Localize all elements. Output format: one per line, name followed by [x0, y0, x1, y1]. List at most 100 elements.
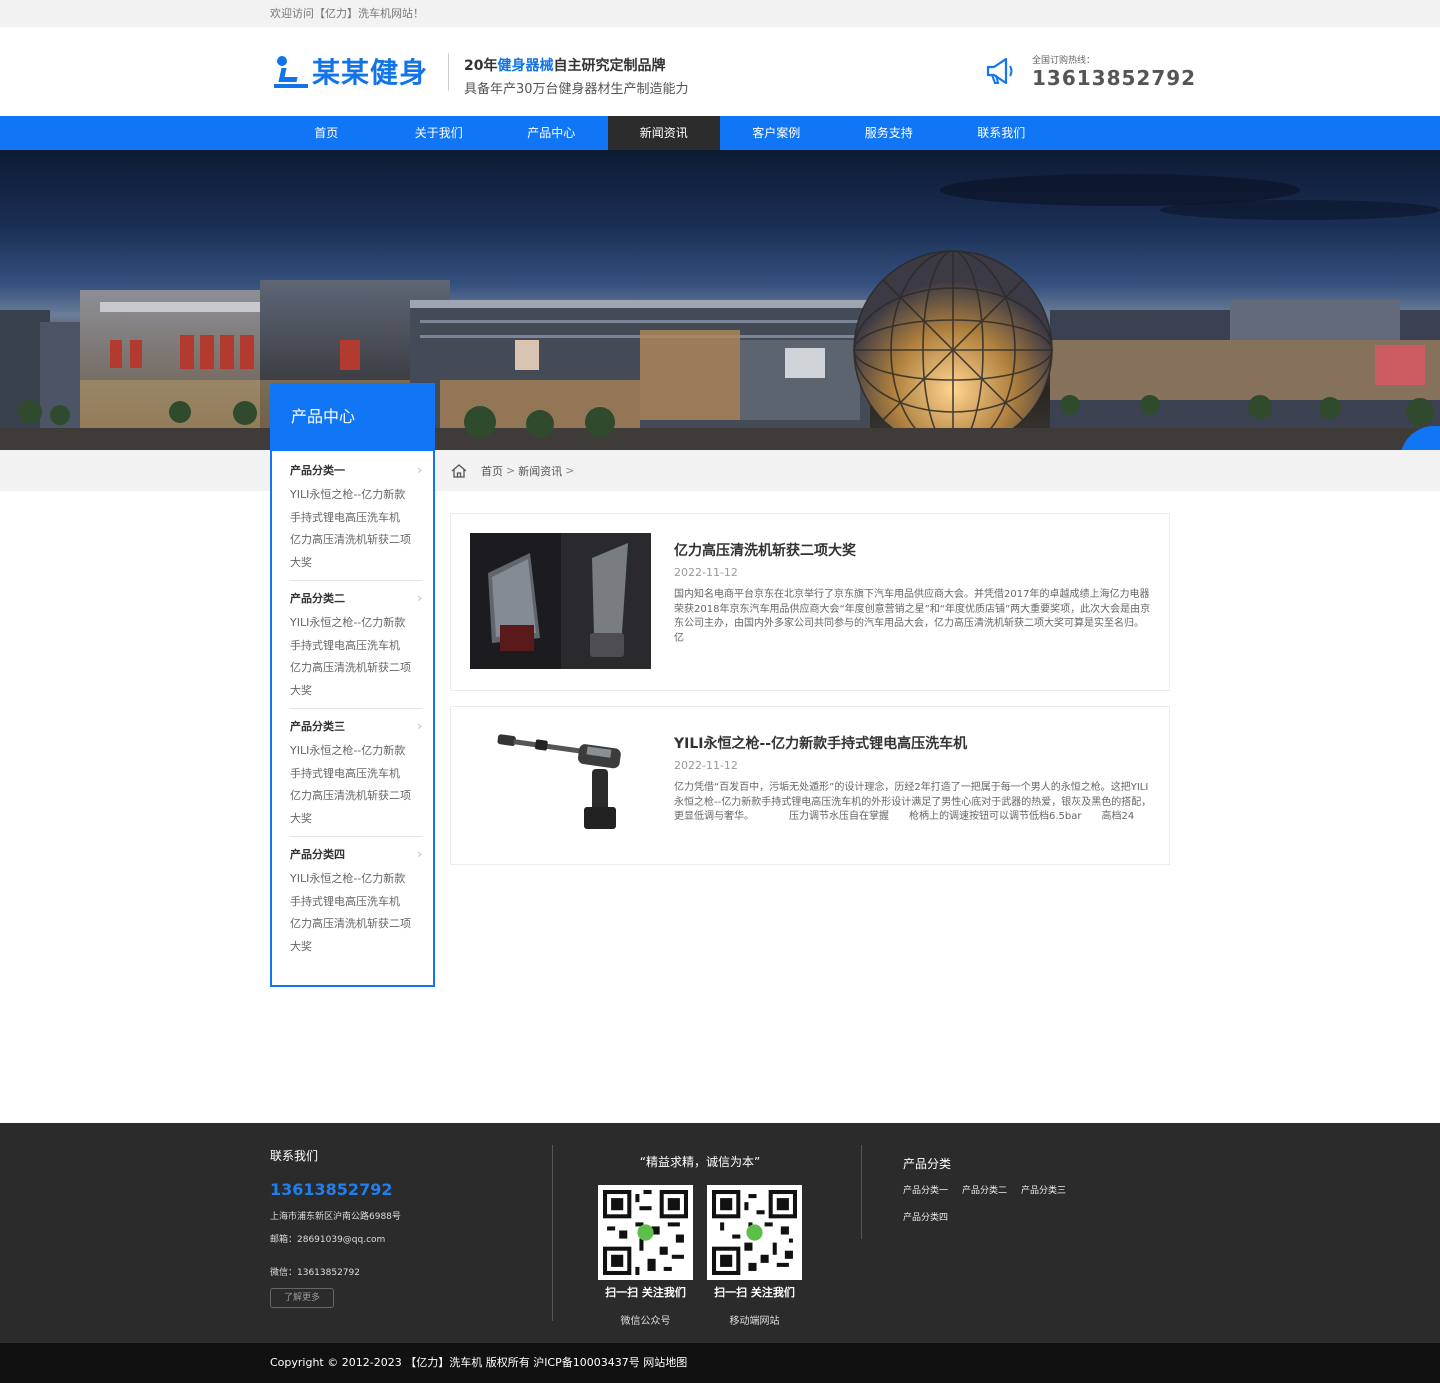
nav-about[interactable]: 关于我们 — [383, 116, 496, 150]
news-title[interactable]: 亿力高压清洗机斩获二项大奖 — [674, 540, 856, 560]
main-nav: 首页 关于我们 产品中心 新闻资讯 客户案例 服务支持 联系我们 — [0, 116, 1440, 150]
sidebar-category-header[interactable]: 产品分类四 › — [290, 843, 422, 865]
qr-block: 扫一扫 关注我们 移动端网站 — [707, 1185, 802, 1327]
nav-support[interactable]: 服务支持 — [833, 116, 946, 150]
footer-email: 邮箱：28691039@qq.com — [270, 1235, 386, 1245]
news-item[interactable]: YILI永恒之枪--亿力新款手持式锂电高压洗车机 2022-11-12 亿力凭借… — [450, 706, 1170, 865]
chevron-right-icon: › — [417, 847, 422, 861]
slogan-prefix: 20年 — [464, 58, 498, 74]
top-bar: 欢迎访问【亿力】洗车机网站！ — [0, 0, 1440, 27]
sidebar-category-link[interactable]: YILI永恒之枪--亿力新款 — [290, 868, 422, 891]
footer-category-title: 产品分类 — [903, 1157, 952, 1171]
sidebar-category-link[interactable]: 手持式锂电高压洗车机 — [290, 635, 422, 658]
footer-category-link[interactable]: 产品分类一 — [903, 1184, 948, 1211]
sidebar-category-header[interactable]: 产品分类一 › — [290, 459, 422, 481]
sidebar-category-link[interactable]: 亿力高压清洗机斩获二项 — [290, 657, 422, 680]
sidebar-category: 产品分类二 › YILI永恒之枪--亿力新款 手持式锂电高压洗车机 亿力高压清洗机… — [290, 587, 422, 709]
footer-contact-title: 联系我们 — [270, 1149, 319, 1163]
nav-news[interactable]: 新闻资讯 — [607, 116, 720, 150]
qr-caption: 扫一扫 关注我们 — [714, 1286, 795, 1299]
breadcrumb-home[interactable]: 首页 — [481, 463, 503, 479]
sidebar-category: 产品分类一 › YILI永恒之枪--亿力新款 手持式锂电高压洗车机 亿力高压清洗机… — [290, 459, 422, 581]
sidebar-category-link[interactable]: 手持式锂电高压洗车机 — [290, 891, 422, 914]
sidebar-category-link[interactable]: YILI永恒之枪--亿力新款 — [290, 612, 422, 635]
news-thumbnail-washer-gun-image[interactable] — [470, 725, 651, 843]
chevron-right-icon: › — [417, 463, 422, 477]
sidebar-category-link[interactable]: 亿力高压清洗机斩获二项 — [290, 785, 422, 808]
sidebar-category-header[interactable]: 产品分类二 › — [290, 587, 422, 609]
category-name: 产品分类二 — [290, 592, 345, 605]
footer-category-link[interactable]: 产品分类二 — [962, 1184, 1007, 1211]
sidebar-category-link[interactable]: YILI永恒之枪--亿力新款 — [290, 484, 422, 507]
sidebar-category: 产品分类三 › YILI永恒之枪--亿力新款 手持式锂电高压洗车机 亿力高压清洗机… — [290, 715, 422, 837]
chevron-right-icon: › — [417, 719, 422, 733]
header-slogan: 20年健身器械自主研究定制品牌 具备年产30万台健身器材生产制造能力 — [464, 55, 689, 97]
footer-categories: 产品分类 产品分类一 产品分类二 产品分类三 产品分类四 — [903, 1155, 1093, 1238]
news-date: 2022-11-12 — [674, 759, 738, 772]
chevron-right-icon: › — [417, 591, 422, 605]
site-header: 某某健身 20年健身器械自主研究定制品牌 具备年产30万台健身器材生产制造能力 … — [0, 27, 1440, 116]
footer-phone[interactable]: 13613852792 — [270, 1180, 401, 1199]
site-footer: 联系我们 13613852792 上海市浦东新区沪南公路6988号 邮箱：286… — [0, 1123, 1440, 1343]
nav-products[interactable]: 产品中心 — [495, 116, 608, 150]
sidebar-category-link[interactable]: 大奖 — [290, 680, 422, 703]
sidebar-category: 产品分类四 › YILI永恒之枪--亿力新款 手持式锂电高压洗车机 亿力高压清洗机… — [290, 843, 422, 964]
copyright-text: Copyright © 2012-2023 【亿力】洗车机 版权所有 沪ICP备… — [270, 1356, 688, 1369]
sidebar-category-link[interactable]: 手持式锂电高压洗车机 — [290, 763, 422, 786]
sidebar-title: 产品中心 — [270, 383, 435, 451]
footer-motto: “精益求精，诚信为本” — [639, 1155, 761, 1169]
hero-banner: 客服 — [0, 150, 1440, 450]
sidebar-category-link[interactable]: 手持式锂电高压洗车机 — [290, 507, 422, 530]
footer-divider — [861, 1145, 862, 1239]
site-logo[interactable]: 某某健身 — [274, 53, 434, 89]
nav-home[interactable]: 首页 — [270, 116, 383, 150]
sidebar-category-link[interactable]: 亿力高压清洗机斩获二项 — [290, 913, 422, 936]
news-item[interactable]: 亿力高压清洗机斩获二项大奖 2022-11-12 国内知名电商平台京东在北京举行… — [450, 513, 1170, 691]
news-summary: 亿力凭借“百发百中，污垢无处遁形”的设计理念，历经2年打造了一把属于每一个男人的… — [674, 782, 1152, 823]
breadcrumb-current[interactable]: 新闻资讯 — [518, 463, 562, 479]
hotline: 全国订购热线： 13613852792 — [984, 53, 1195, 93]
news-thumbnail-trophy-image[interactable] — [470, 533, 651, 669]
hotline-label: 全国订购热线： — [1032, 56, 1096, 66]
qr-caption: 扫一扫 关注我们 — [605, 1286, 686, 1299]
welcome-text: 欢迎访问【亿力】洗车机网站！ — [270, 7, 424, 20]
breadcrumb: 首页 > 新闻资讯 > — [451, 450, 577, 491]
nav-cases[interactable]: 客户案例 — [720, 116, 833, 150]
breadcrumb-separator: > — [565, 464, 575, 477]
footer-wechat: 微信：13613852792 — [270, 1268, 360, 1278]
footer-category-link[interactable]: 产品分类三 — [1021, 1184, 1066, 1211]
wechat-qr-code-image — [598, 1185, 693, 1280]
breadcrumb-separator: > — [506, 464, 516, 477]
mobile-site-qr-code-image — [707, 1185, 802, 1280]
sidebar-category-link[interactable]: 亿力高压清洗机斩获二项 — [290, 529, 422, 552]
news-summary: 国内知名电商平台京东在北京举行了京东旗下汽车用品供应商大会。并凭借2017年的卓… — [674, 589, 1159, 644]
learn-more-button[interactable]: 了解更多 — [270, 1288, 334, 1308]
sidebar: 产品中心 产品分类一 › YILI永恒之枪--亿力新款 手持式锂电高压洗车机 亿力… — [270, 383, 435, 987]
megaphone-icon — [986, 57, 1013, 85]
footer-divider — [552, 1145, 553, 1321]
sidebar-category-link[interactable]: 大奖 — [290, 552, 422, 575]
logo-mark-icon — [274, 54, 308, 88]
qr-label: 移动端网站 — [729, 1316, 780, 1327]
hotline-number[interactable]: 13613852792 — [1032, 66, 1196, 90]
sidebar-category-link[interactable]: 大奖 — [290, 808, 422, 831]
qr-block: 扫一扫 关注我们 微信公众号 — [598, 1185, 693, 1327]
sidebar-category-link[interactable]: 大奖 — [290, 936, 422, 959]
slogan-line2: 具备年产30万台健身器材生产制造能力 — [464, 82, 689, 97]
nav-contact[interactable]: 联系我们 — [945, 116, 1058, 150]
copyright-bar: Copyright © 2012-2023 【亿力】洗车机 版权所有 沪ICP备… — [0, 1343, 1440, 1383]
footer-contact: 联系我们 13613852792 上海市浦东新区沪南公路6988号 邮箱：286… — [270, 1147, 401, 1308]
category-name: 产品分类四 — [290, 848, 345, 861]
breadcrumb-strip: 首页 > 新闻资讯 > — [0, 450, 1440, 491]
banner-cityscape-image — [0, 174, 1440, 450]
sidebar-category-link[interactable]: YILI永恒之枪--亿力新款 — [290, 740, 422, 763]
sidebar-category-header[interactable]: 产品分类三 › — [290, 715, 422, 737]
slogan-highlight: 健身器械 — [497, 58, 554, 74]
news-title[interactable]: YILI永恒之枪--亿力新款手持式锂电高压洗车机 — [674, 733, 967, 753]
category-name: 产品分类三 — [290, 720, 345, 733]
header-divider — [448, 53, 449, 91]
home-icon[interactable] — [451, 463, 467, 478]
logo-text: 某某健身 — [312, 56, 429, 89]
footer-category-link[interactable]: 产品分类四 — [903, 1211, 948, 1238]
qr-label: 微信公众号 — [620, 1316, 671, 1327]
